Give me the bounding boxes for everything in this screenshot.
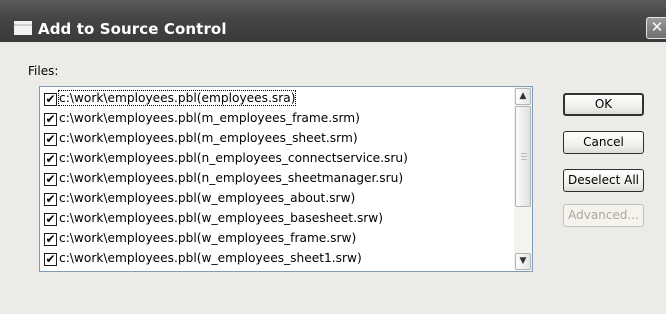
vertical-scrollbar[interactable]: ▲ ▼ [514, 87, 532, 271]
file-label: c:\work\employees.pbl(employees.sra) [57, 90, 297, 106]
list-item[interactable]: ✔ c:\work\employees.pbl(n_employees_conne… [42, 150, 512, 169]
list-item[interactable]: ✔ c:\work\employees.pbl(w_employees_frame… [42, 230, 512, 249]
list-item[interactable]: ✔ c:\work\employees.pbl(n_employees_sheet… [42, 170, 512, 189]
list-item[interactable]: ✔ c:\work\employees.pbl(m_employees_sheet… [42, 130, 512, 149]
files-list: ✔ c:\work\employees.pbl(employees.sra) ✔ c:… [40, 87, 514, 271]
close-icon: ✕ [650, 18, 664, 36]
file-label: c:\work\employees.pbl(m_employees_frame.… [59, 111, 360, 125]
close-button[interactable]: ✕ [646, 17, 666, 39]
advanced-button: Advanced... [563, 204, 644, 227]
grip-icon [521, 153, 527, 160]
files-listbox[interactable]: ✔ c:\work\employees.pbl(employees.sra) ✔ c:… [39, 86, 533, 272]
file-checkbox[interactable]: ✔ [44, 133, 57, 146]
chevron-down-icon: ▼ [519, 256, 527, 266]
chevron-up-icon: ▲ [519, 91, 527, 101]
file-label: c:\work\employees.pbl(w_employees_sheet1… [59, 251, 362, 265]
window-icon [14, 21, 32, 35]
ok-button[interactable]: OK [563, 93, 644, 116]
list-item[interactable]: ✔ c:\work\employees.pbl(m_employees_frame… [42, 110, 512, 129]
file-checkbox[interactable]: ✔ [44, 153, 57, 166]
file-label: c:\work\employees.pbl(w_employees_basesh… [59, 211, 384, 225]
title-bar[interactable]: Add to Source Control ✕ [0, 0, 666, 42]
file-checkbox[interactable]: ✔ [44, 193, 57, 206]
file-checkbox[interactable]: ✔ [44, 93, 57, 106]
deselect-all-button[interactable]: Deselect All [563, 169, 644, 192]
scroll-down-button[interactable]: ▼ [515, 253, 531, 270]
list-item[interactable]: ✔ c:\work\employees.pbl(w_employees_bases… [42, 210, 512, 229]
files-label: Files: [28, 64, 59, 78]
file-checkbox[interactable]: ✔ [44, 173, 57, 186]
file-checkbox[interactable]: ✔ [44, 213, 57, 226]
list-item[interactable]: ✔ c:\work\employees.pbl(employees.sra) [42, 90, 512, 109]
file-checkbox[interactable]: ✔ [44, 113, 57, 126]
file-label: c:\work\employees.pbl(n_employees_connec… [59, 151, 408, 165]
list-item[interactable]: ✔ c:\work\employees.pbl(w_employees_about… [42, 190, 512, 209]
file-checkbox[interactable]: ✔ [44, 233, 57, 246]
add-to-source-control-dialog: Add to Source Control ✕ Files: ✔ c:\work\… [0, 0, 666, 314]
file-label: c:\work\employees.pbl(w_employees_frame.… [59, 231, 357, 245]
scroll-thumb[interactable] [515, 106, 531, 207]
window-title: Add to Source Control [38, 20, 227, 38]
file-label: c:\work\employees.pbl(n_employees_sheetm… [59, 171, 404, 185]
file-label: c:\work\employees.pbl(w_employees_about.… [59, 191, 356, 205]
scroll-up-button[interactable]: ▲ [515, 88, 531, 105]
list-item[interactable]: ✔ c:\work\employees.pbl(w_employees_sheet… [42, 250, 512, 269]
file-checkbox[interactable]: ✔ [44, 253, 57, 266]
cancel-button[interactable]: Cancel [563, 131, 644, 154]
file-label: c:\work\employees.pbl(m_employees_sheet.… [59, 131, 358, 145]
